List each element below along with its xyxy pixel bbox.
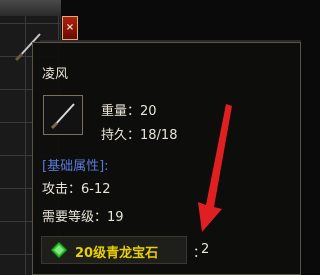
weight-stat: 重量：20: [101, 104, 157, 119]
item-icon-frame: [43, 95, 83, 135]
gem-name: 20级青龙宝石: [75, 246, 159, 261]
base-attributes-header: [基础属性]:: [42, 159, 109, 174]
item-tooltip: 凌风 重量：20 持久：18/18 [基础属性]: 攻击：6-12 需要等级：1…: [32, 42, 301, 275]
green-gem-icon: [51, 242, 67, 258]
sword-icon: [50, 103, 75, 130]
gem-count: 2: [201, 242, 210, 257]
required-level: 需要等级：19: [42, 210, 124, 225]
inventory-frame: [0, 0, 61, 16]
close-button[interactable]: ×: [62, 16, 78, 40]
durability-stat: 持久：18/18: [101, 128, 178, 143]
attack-stat: 攻击：6-12: [42, 182, 111, 197]
item-name: 凌风: [42, 67, 69, 82]
gem-slot: 20级青龙宝石: [41, 236, 187, 264]
